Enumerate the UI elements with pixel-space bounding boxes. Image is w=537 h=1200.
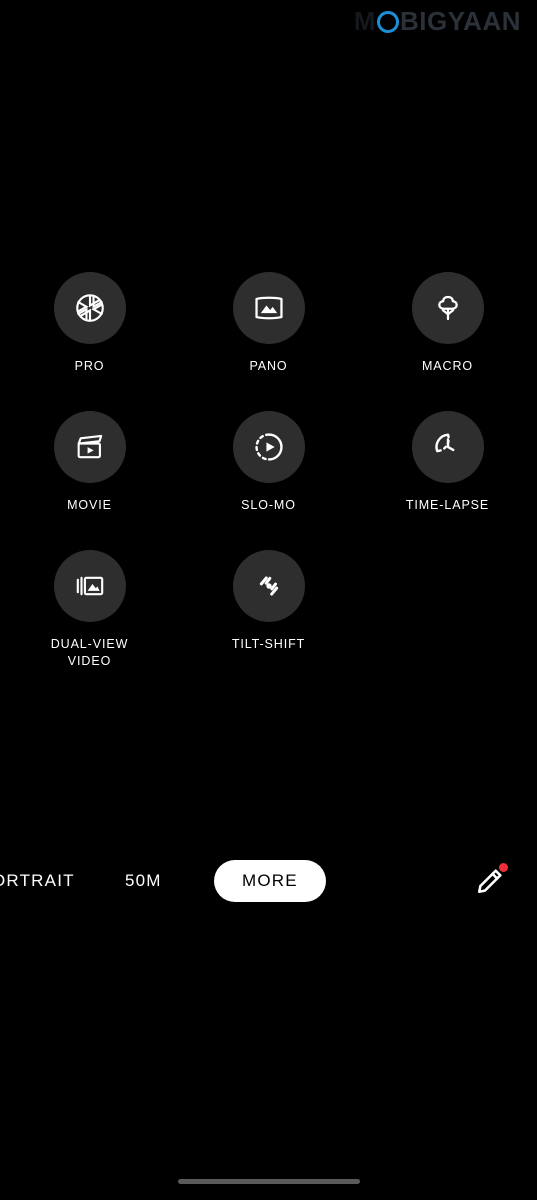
mode-tab-50m[interactable]: 50M [125, 871, 162, 891]
mode-item-slo-mo[interactable]: SLO-MO [179, 411, 358, 514]
panorama-icon [254, 296, 283, 320]
aperture-icon [75, 294, 104, 322]
slow-motion-icon [254, 433, 283, 461]
mode-icon-wrapper [232, 550, 305, 622]
mode-label: MACRO [421, 359, 474, 373]
mode-item-movie[interactable]: MOVIE [0, 411, 179, 514]
mode-tab-portrait[interactable]: ORTRAIT [0, 871, 75, 891]
mode-label: DUAL-VIEW VIDEO [50, 637, 129, 668]
mode-icon-wrapper [53, 272, 126, 344]
mode-icon-wrapper [232, 411, 305, 483]
watermark-text-before: M [353, 6, 376, 36]
mode-item-macro[interactable]: MACRO [358, 272, 537, 375]
timelapse-clock-icon [434, 433, 454, 453]
stacked-photos-icon [76, 576, 103, 596]
mode-item-time-lapse[interactable]: TIME-LAPSE [358, 411, 537, 514]
mode-item-dual-view-video[interactable]: DUAL-VIEW VIDEO [0, 550, 179, 670]
mode-icon-wrapper [411, 411, 484, 483]
mobigyaan-watermark: M BIGYAAN [354, 6, 521, 37]
mode-label: TIME-LAPSE [405, 498, 490, 512]
tilt-shift-icon [259, 576, 278, 596]
watermark-text-after: BIGYAAN [399, 6, 521, 36]
mode-icon-wrapper [411, 272, 484, 344]
flower-icon [437, 295, 458, 321]
mode-selector-bar: ORTRAIT 50M MORE [0, 858, 537, 904]
mode-label: SLO-MO [241, 498, 296, 512]
mode-item-tilt-shift[interactable]: TILT-SHIFT [179, 550, 358, 670]
camera-mode-grid: PRO PANO MACRO MOVIE SLO-MO TIME-LAPSE D… [0, 272, 537, 670]
mode-label: PANO [249, 359, 288, 373]
notification-badge [499, 863, 508, 872]
mode-icon-wrapper [53, 550, 126, 622]
edit-modes-button[interactable] [471, 862, 509, 900]
mode-icon-wrapper [53, 411, 126, 483]
mode-label: TILT-SHIFT [231, 637, 306, 651]
ring-o-letter-icon [376, 10, 399, 33]
mode-item-pro[interactable]: PRO [0, 272, 179, 375]
mode-label: MOVIE [67, 498, 112, 512]
camera-app-screen: M BIGYAAN PRO PANO MACRO MOVIE SLO-MO TI… [0, 0, 537, 1200]
mode-label: PRO [74, 359, 105, 373]
mode-icon-wrapper [232, 272, 305, 344]
clapperboard-icon [77, 434, 102, 459]
mode-item-pano[interactable]: PANO [179, 272, 358, 375]
more-button[interactable]: MORE [214, 860, 326, 902]
home-indicator[interactable] [177, 1179, 360, 1184]
